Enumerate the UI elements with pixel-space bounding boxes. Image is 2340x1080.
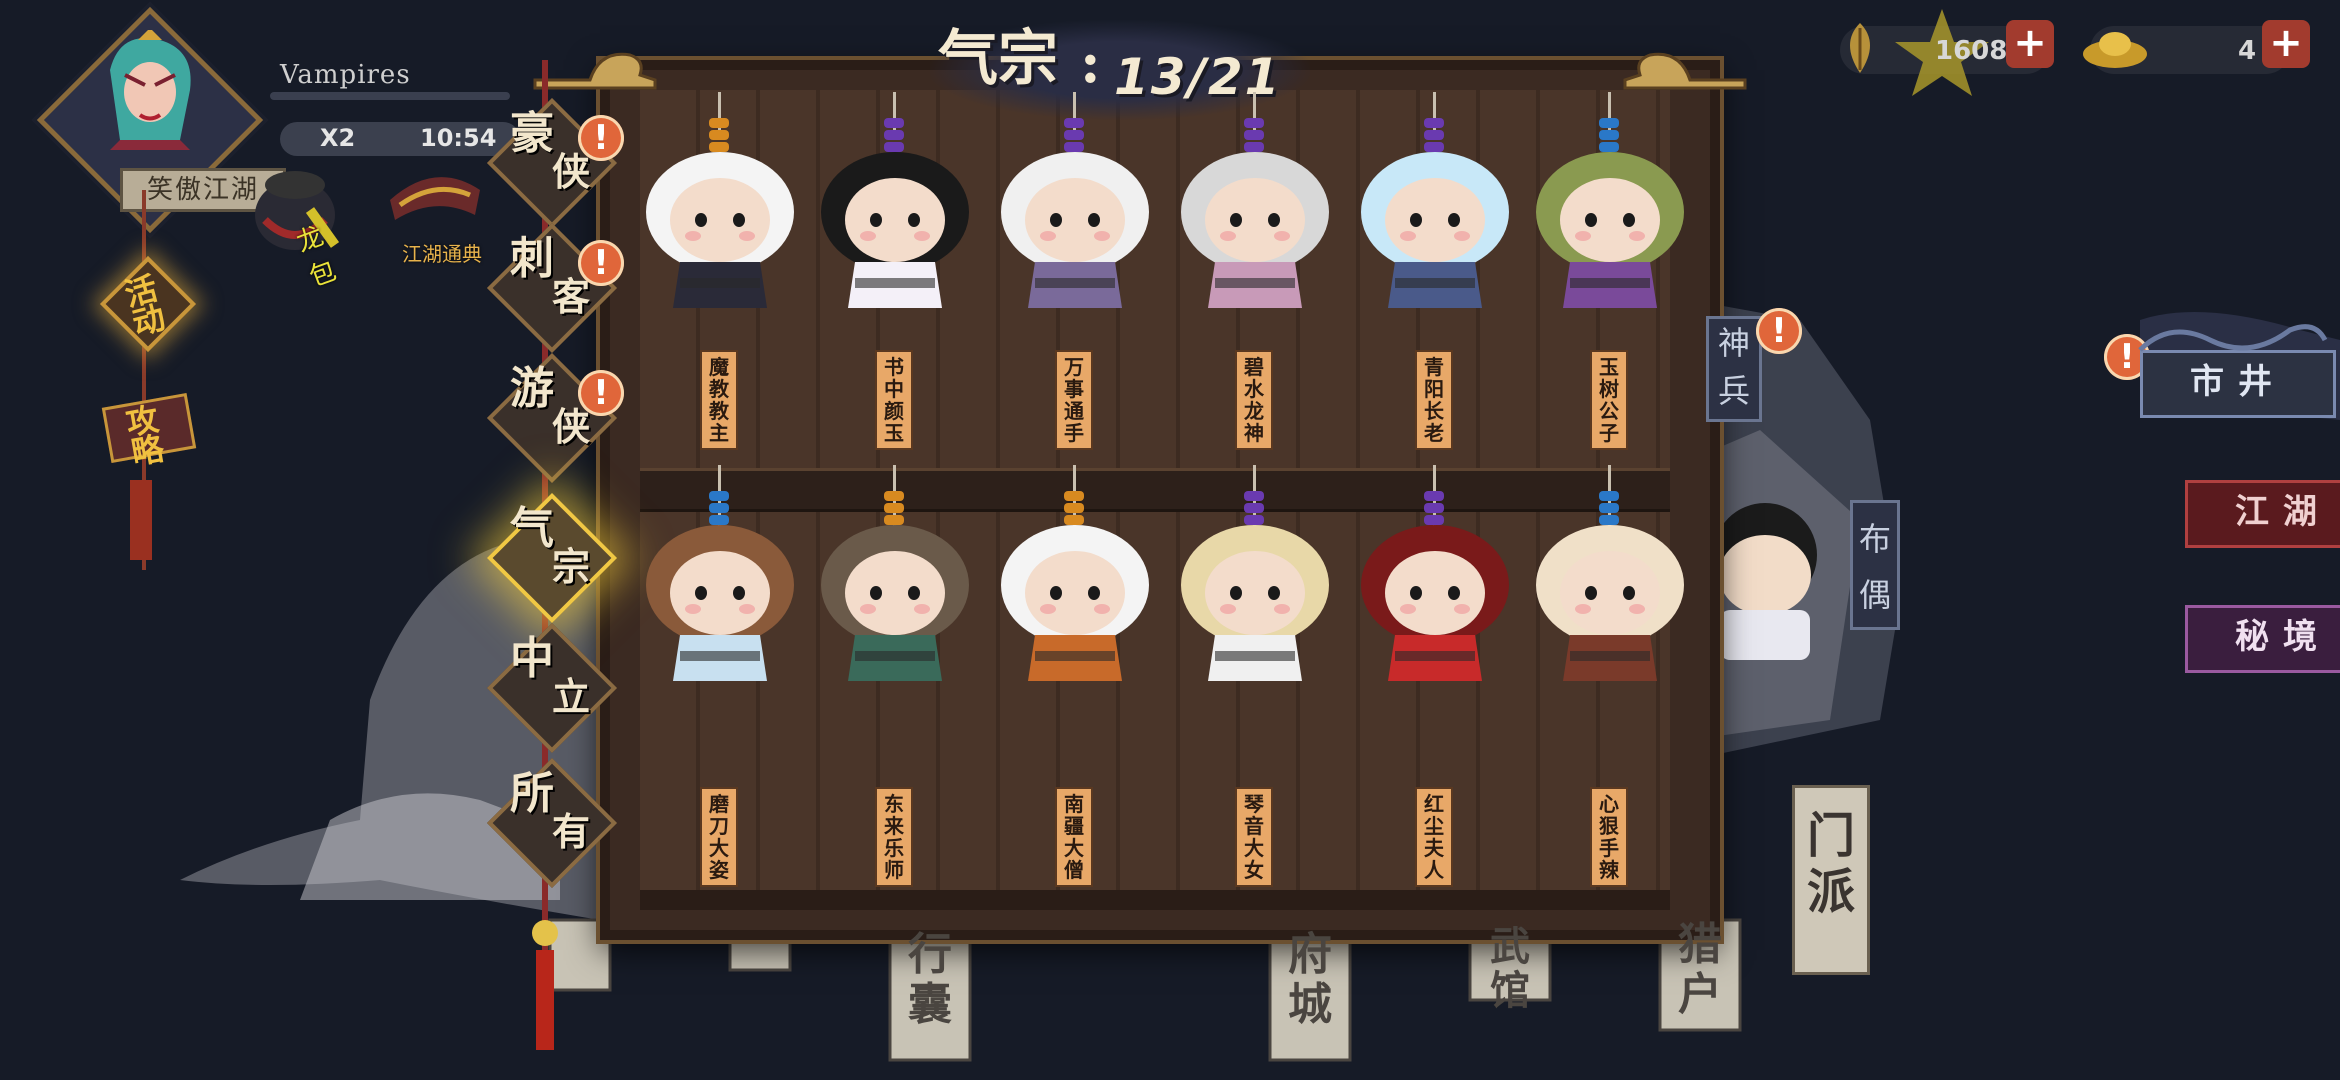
name-underline bbox=[270, 92, 510, 100]
doll-name-tag: 心狠手辣 bbox=[1590, 787, 1628, 887]
collectible-doll[interactable]: 魔教教主 bbox=[635, 92, 805, 452]
cord-bead bbox=[532, 920, 558, 946]
category-tab-0[interactable]: 豪侠! bbox=[486, 97, 624, 229]
cord-tassel bbox=[536, 950, 554, 1050]
doll-name-tag: 东来乐师 bbox=[875, 787, 913, 887]
tab-alert-badge: ! bbox=[578, 115, 624, 161]
doll-name-tag: 琴音大女 bbox=[1235, 787, 1273, 887]
doll-figure bbox=[646, 118, 794, 308]
doll-figure bbox=[1361, 491, 1509, 681]
timer-text: 10:54 bbox=[420, 124, 497, 152]
buou-label[interactable]: 布偶 bbox=[1850, 500, 1900, 630]
doll-figure bbox=[1181, 118, 1329, 308]
city-banner-label: 府城 bbox=[1288, 929, 1332, 1030]
tab-label-top: 气 bbox=[510, 503, 554, 554]
doll-name-tag: 碧水龙神 bbox=[1235, 350, 1273, 450]
tab-label-top: 中 bbox=[510, 633, 554, 684]
collectible-doll[interactable]: 南疆大僧 bbox=[990, 465, 1160, 887]
doll-figure bbox=[1361, 118, 1509, 308]
ingot-amount: 4 bbox=[2238, 36, 2257, 66]
tab-alert-badge: ! bbox=[578, 240, 624, 286]
doll-figure bbox=[1536, 118, 1684, 308]
shenbing-label[interactable]: 神兵 bbox=[1706, 316, 1762, 422]
doll-figure bbox=[821, 491, 969, 681]
tab-label-top: 所 bbox=[510, 768, 554, 819]
player-name: Vampires bbox=[280, 60, 411, 90]
doll-figure bbox=[1001, 491, 1149, 681]
category-tab-label: 所有 bbox=[510, 771, 590, 855]
category-tab-label: 中立 bbox=[510, 636, 590, 720]
tassel bbox=[130, 480, 152, 560]
ingot-icon bbox=[2083, 32, 2147, 68]
encyclopedia-label: 江湖通典 bbox=[402, 242, 482, 266]
category-tab-label: 豪侠 bbox=[510, 111, 590, 195]
category-tab-label: 气宗 bbox=[510, 506, 590, 590]
doll-figure bbox=[821, 118, 969, 308]
doll-name-tag: 磨刀大姿 bbox=[700, 787, 738, 887]
scroll-icon bbox=[390, 177, 480, 220]
doll-name-tag: 青阳长老 bbox=[1415, 350, 1453, 450]
dragon-bag-icon[interactable]: 龙包 bbox=[240, 150, 350, 293]
bottom-banner-label-1: 行囊 bbox=[908, 929, 952, 1030]
collectible-doll[interactable]: 玉树公子 bbox=[1525, 92, 1695, 452]
encyclopedia-button[interactable]: 江湖通典 bbox=[380, 160, 500, 270]
doll-figure bbox=[1001, 118, 1149, 308]
category-tab-3[interactable]: 气宗 bbox=[486, 492, 618, 624]
bottom-banner-label-2: 武馆 bbox=[1490, 923, 1530, 1014]
add-ingot-button[interactable]: + bbox=[2262, 20, 2310, 68]
event-label: 活动 bbox=[120, 269, 170, 343]
collection-title: 气宗 bbox=[938, 24, 1058, 94]
multiplier-text: X2 bbox=[320, 124, 356, 152]
collectible-doll[interactable]: 东来乐师 bbox=[810, 465, 980, 887]
doll-name-tag: 魔教教主 bbox=[700, 350, 738, 450]
collectible-doll[interactable]: 磨刀大姿 bbox=[635, 465, 805, 887]
gold-leaf-amount: 1608 bbox=[1935, 36, 2008, 66]
avatar[interactable] bbox=[100, 30, 200, 150]
doll-figure bbox=[1181, 491, 1329, 681]
add-gold-leaf-button[interactable]: + bbox=[2006, 20, 2054, 68]
tab-label-top: 刺 bbox=[510, 233, 554, 284]
collectible-doll[interactable]: 书中颜玉 bbox=[810, 92, 980, 452]
doll-name-tag: 玉树公子 bbox=[1590, 350, 1628, 450]
collectible-doll[interactable]: 心狠手辣 bbox=[1525, 465, 1695, 887]
category-tab-2[interactable]: 游侠! bbox=[486, 352, 624, 484]
category-tab-label: 游侠 bbox=[510, 366, 590, 450]
jianghu-button[interactable]: 江湖 bbox=[2185, 480, 2340, 548]
category-tab-1[interactable]: 刺客! bbox=[486, 222, 624, 354]
collectible-doll[interactable]: 琴音大女 bbox=[1170, 465, 1340, 887]
menpai-plaque[interactable]: 门派 bbox=[1792, 785, 1870, 975]
title-colon: : bbox=[1080, 30, 1101, 96]
doll-figure bbox=[646, 491, 794, 681]
tab-label-top: 豪 bbox=[510, 108, 554, 159]
guide-button[interactable]: 攻略 bbox=[96, 380, 197, 472]
secret-realm-button[interactable]: 秘境 bbox=[2185, 605, 2340, 673]
collectible-doll[interactable]: 万事通手 bbox=[990, 92, 1160, 452]
category-tab-4[interactable]: 中立 bbox=[486, 622, 618, 754]
collectible-doll[interactable]: 青阳长老 bbox=[1350, 92, 1520, 452]
category-tab-5[interactable]: 所有 bbox=[486, 757, 618, 889]
doll-figure bbox=[1536, 491, 1684, 681]
leaf-icon bbox=[1850, 23, 1870, 73]
shenbing-alert-badge: ! bbox=[1756, 308, 1802, 354]
tab-label-top: 游 bbox=[510, 363, 554, 414]
right-corner-ornament bbox=[1623, 52, 1747, 90]
collectible-doll[interactable]: 碧水龙神 bbox=[1170, 92, 1340, 452]
cabinet-bottom bbox=[640, 890, 1670, 910]
wave-ornament bbox=[2138, 324, 2328, 352]
tab-alert-badge: ! bbox=[578, 370, 624, 416]
doll-name-tag: 红尘夫人 bbox=[1415, 787, 1453, 887]
doll-name-tag: 书中颜玉 bbox=[875, 350, 913, 450]
bottom-banner-label-3: 猎户 bbox=[1678, 919, 1722, 1020]
event-button[interactable]: 活动 bbox=[96, 255, 197, 353]
market-button[interactable]: 市井 bbox=[2140, 350, 2336, 418]
category-tab-label: 刺客 bbox=[510, 236, 590, 320]
doll-name-tag: 万事通手 bbox=[1055, 350, 1093, 450]
collectible-doll[interactable]: 红尘夫人 bbox=[1350, 465, 1520, 887]
left-corner-ornament bbox=[533, 52, 657, 90]
doll-name-tag: 南疆大僧 bbox=[1055, 787, 1093, 887]
